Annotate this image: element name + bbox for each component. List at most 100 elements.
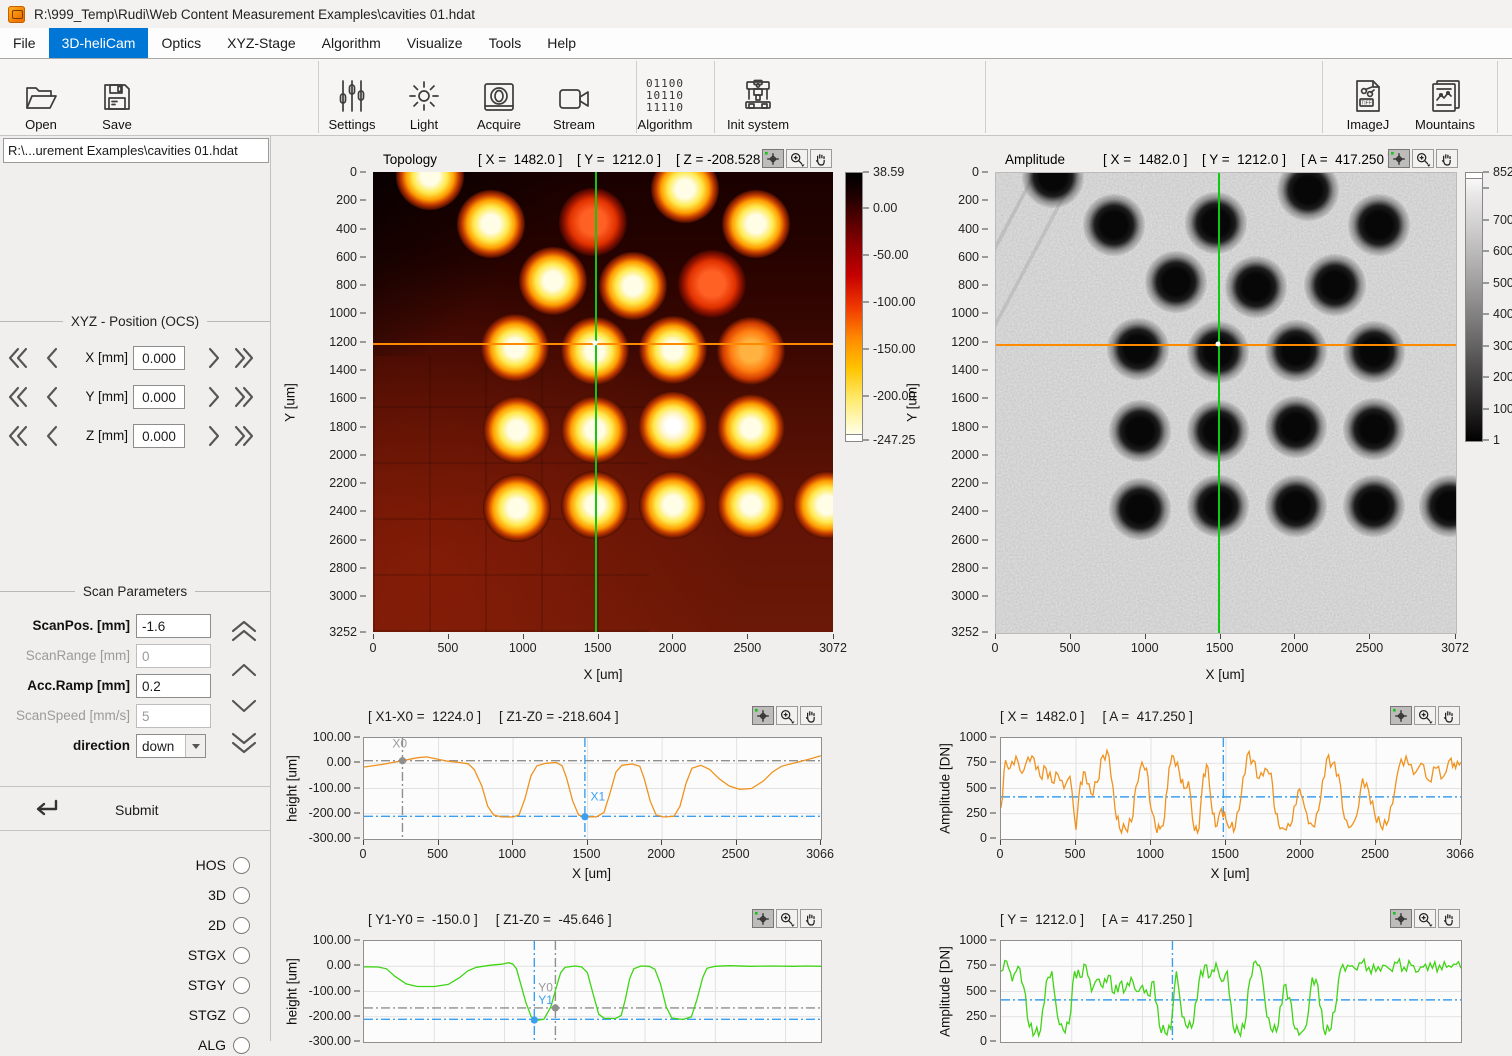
- path-display-field[interactable]: R:\...urement Examples\cavities 01.hdat: [3, 138, 269, 163]
- radio-circle-icon[interactable]: [233, 977, 250, 994]
- z-step-left-button[interactable]: [38, 422, 66, 450]
- scanspeed-input[interactable]: 5: [136, 704, 211, 728]
- crosshair-tool-button[interactable]: [762, 149, 784, 168]
- profile4-plot[interactable]: [1000, 940, 1462, 1043]
- profile2-plot[interactable]: [1000, 737, 1462, 840]
- scan-step-down-button[interactable]: [226, 692, 262, 720]
- scan-step-bottom-button[interactable]: [226, 728, 262, 756]
- y-step-right-button[interactable]: [200, 383, 228, 411]
- zoom-tool-button[interactable]: [1414, 706, 1436, 725]
- menu-optics[interactable]: Optics: [148, 28, 214, 58]
- topology-image[interactable]: [373, 172, 833, 632]
- cavity-dot: [1419, 475, 1457, 537]
- menu-tools[interactable]: Tools: [476, 28, 535, 58]
- radio-circle-icon[interactable]: [233, 1007, 250, 1024]
- x-step-far-left-button[interactable]: [4, 344, 32, 372]
- amplitude-x-axis-label: X [um]: [995, 667, 1455, 682]
- radio-circle-icon[interactable]: [233, 887, 250, 904]
- cavity-dot: [1145, 251, 1207, 313]
- chevron-down-icon[interactable]: [185, 735, 205, 757]
- menu-file[interactable]: File: [0, 28, 49, 58]
- zoom-tool-button[interactable]: [786, 149, 808, 168]
- y-step-far-left-button[interactable]: [4, 383, 32, 411]
- scanrange-input[interactable]: 0: [136, 644, 211, 668]
- x-position-input[interactable]: 0.000: [133, 346, 185, 370]
- menu-help[interactable]: Help: [534, 28, 589, 58]
- submit-button[interactable]: Submit: [0, 791, 270, 829]
- profile1-plot[interactable]: X0X1: [363, 737, 822, 840]
- crosshair-tool-button[interactable]: [1390, 909, 1412, 928]
- cursor-horizontal-line[interactable]: [373, 343, 833, 345]
- menu-algorithm[interactable]: Algorithm: [309, 28, 394, 58]
- scanpos-input[interactable]: -1.6: [136, 614, 211, 638]
- z-step-far-right-button[interactable]: [230, 422, 258, 450]
- acquire-button[interactable]: Acquire: [466, 62, 532, 132]
- menu-3d-helicam[interactable]: 3D-heliCam: [49, 28, 149, 58]
- z-position-input[interactable]: 0.000: [133, 424, 185, 448]
- zoom-tool-button[interactable]: [776, 706, 798, 725]
- mountains-button[interactable]: Mountains: [1406, 62, 1484, 132]
- cursor-vertical-line[interactable]: [595, 172, 597, 632]
- radio-circle-icon[interactable]: [233, 917, 250, 934]
- radio-2d[interactable]: 2D: [0, 914, 250, 936]
- zoom-tool-button[interactable]: [1412, 149, 1434, 168]
- accramp-input[interactable]: 0.2: [136, 674, 211, 698]
- save-button[interactable]: Save: [86, 62, 148, 132]
- cavity-dot: [599, 252, 667, 320]
- pan-tool-button[interactable]: [810, 149, 832, 168]
- radio-3d[interactable]: 3D: [0, 884, 250, 906]
- radio-stgy[interactable]: STGY: [0, 974, 250, 996]
- x-step-left-button[interactable]: [38, 344, 66, 372]
- toolbar-separator: [1322, 61, 1323, 133]
- direction-select[interactable]: down: [136, 734, 206, 758]
- amplitude-a-readout: [ A = 417.250 ]: [1301, 152, 1391, 167]
- hand-icon: [1439, 911, 1459, 927]
- profile3-plot[interactable]: Y0Y1: [363, 940, 822, 1043]
- pan-tool-button[interactable]: [1436, 149, 1458, 168]
- open-button[interactable]: Open: [10, 62, 72, 132]
- cursor-horizontal-line[interactable]: [996, 344, 1456, 346]
- imagej-button[interactable]: TIFF ImageJ: [1338, 62, 1398, 132]
- zoom-tool-button[interactable]: [1414, 909, 1436, 928]
- cavity-dot: [1277, 172, 1339, 221]
- crosshair-tool-button[interactable]: [1390, 706, 1412, 725]
- imagej-tiff-icon: TIFF: [1353, 78, 1383, 114]
- radio-alg[interactable]: ALG: [0, 1034, 250, 1056]
- pan-tool-button[interactable]: [800, 706, 822, 725]
- crosshair-tool-button[interactable]: [1388, 149, 1410, 168]
- zoom-tool-button[interactable]: [776, 909, 798, 928]
- pan-tool-button[interactable]: [1438, 909, 1460, 928]
- scan-step-up-button[interactable]: [226, 656, 262, 684]
- pan-tool-button[interactable]: [1438, 706, 1460, 725]
- radio-circle-icon[interactable]: [233, 1037, 250, 1054]
- y-position-input[interactable]: 0.000: [133, 385, 185, 409]
- radio-stgz[interactable]: STGZ: [0, 1004, 250, 1026]
- profile1-tools: [752, 706, 822, 725]
- crosshair-tool-button[interactable]: [752, 909, 774, 928]
- x-step-far-right-button[interactable]: [230, 344, 258, 372]
- profile4-header: [ Y = 1212.0 ] [ A = 417.250 ]: [1000, 912, 1192, 927]
- light-button[interactable]: Light: [394, 62, 454, 132]
- scan-step-top-button[interactable]: [226, 618, 262, 646]
- x-step-right-button[interactable]: [200, 344, 228, 372]
- algorithm-button[interactable]: 01100 10110 11110 Algorithm: [628, 62, 702, 132]
- cavity-dot: [1225, 256, 1287, 318]
- amplitude-image[interactable]: [995, 172, 1457, 634]
- crosshair-tool-button[interactable]: [752, 706, 774, 725]
- stream-button[interactable]: Stream: [544, 62, 604, 132]
- radio-circle-icon[interactable]: [233, 857, 250, 874]
- menu-visualize[interactable]: Visualize: [394, 28, 476, 58]
- init-system-button[interactable]: Init system: [720, 62, 796, 132]
- z-step-right-button[interactable]: [200, 422, 228, 450]
- z-step-far-left-button[interactable]: [4, 422, 32, 450]
- pan-tool-button[interactable]: [800, 909, 822, 928]
- y-step-left-button[interactable]: [38, 383, 66, 411]
- y-step-far-right-button[interactable]: [230, 383, 258, 411]
- radio-stgx[interactable]: STGX: [0, 944, 250, 966]
- radio-hos[interactable]: HOS: [0, 854, 250, 876]
- menu-xyz-stage[interactable]: XYZ-Stage: [214, 28, 308, 58]
- radio-circle-icon[interactable]: [233, 947, 250, 964]
- cursor-vertical-line[interactable]: [1218, 173, 1220, 633]
- init-system-machine-icon: [740, 78, 776, 114]
- settings-button[interactable]: Settings: [320, 62, 384, 132]
